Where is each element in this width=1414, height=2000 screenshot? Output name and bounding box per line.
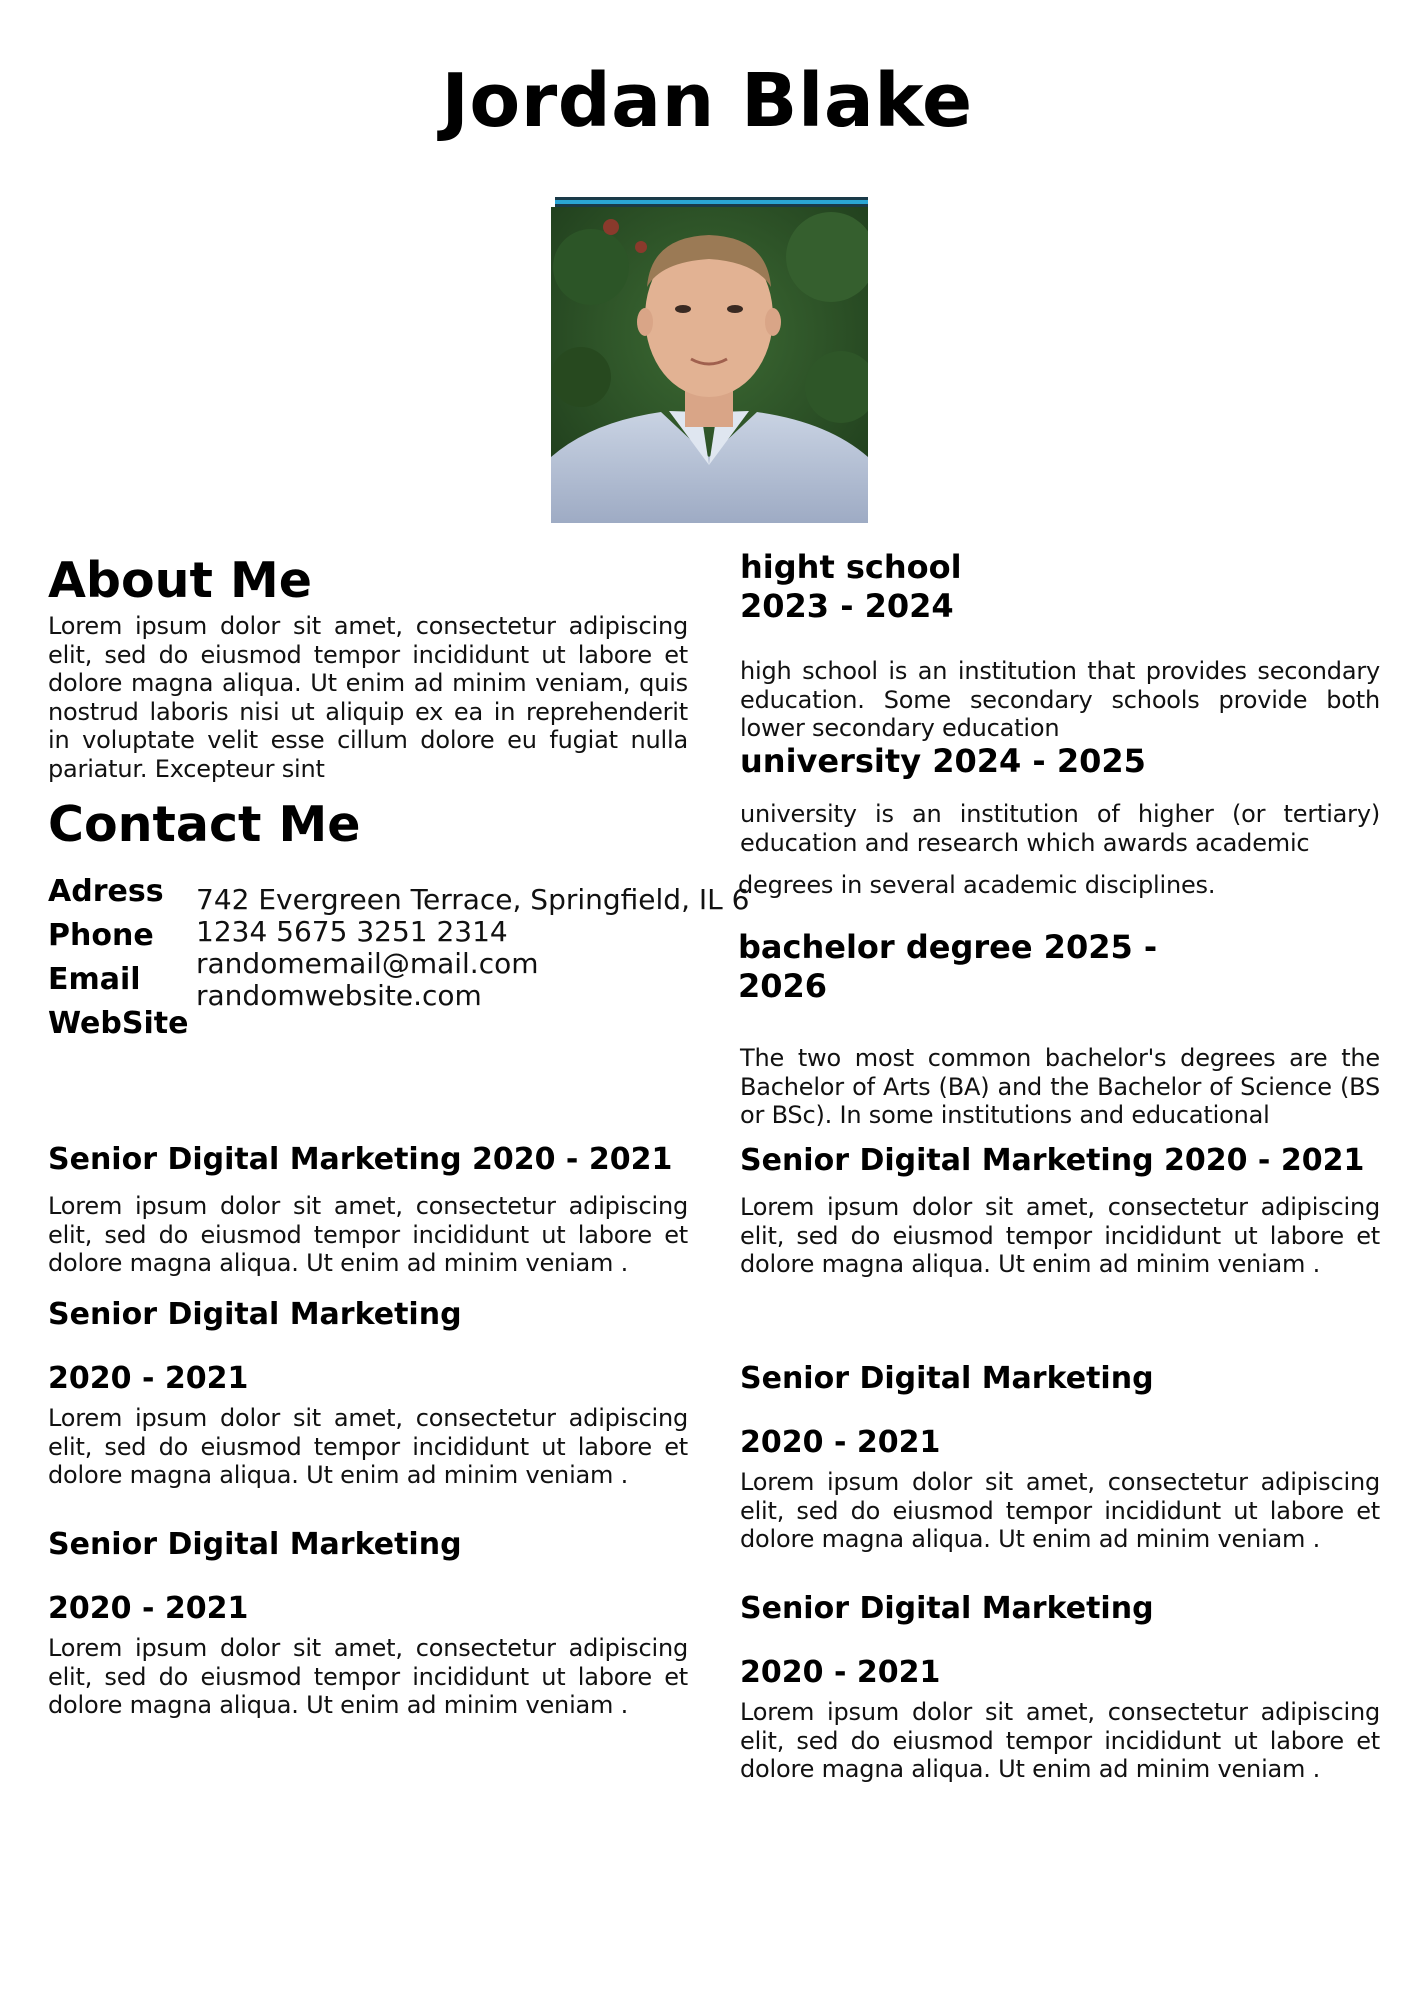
experience-title: Senior Digital Marketing [48,1297,462,1332]
email-value: randomemail@mail.com [196,947,539,980]
about-heading: About Me [48,552,313,609]
email-label: Email [48,962,141,997]
experience-title: Senior Digital Marketing [48,1527,462,1562]
experience-title: Senior Digital Marketing [740,1591,1154,1626]
experience-title: Senior Digital Marketing [740,1361,1154,1396]
experience-text: Lorem ipsum dolor sit amet, consectetur … [48,1404,688,1489]
experience-title: Senior Digital Marketing 2020 - 2021 [740,1143,1365,1178]
education-entry: bachelor degree 2025 - 2026 [738,928,1218,1006]
website-label: WebSite [48,1006,189,1041]
experience-years: 2020 - 2021 [48,1361,249,1396]
website-value: randomwebsite.com [196,979,482,1012]
about-text: Lorem ipsum dolor sit amet, consectetur … [48,612,688,783]
experience-years: 2020 - 2021 [740,1425,941,1460]
phone-label: Phone [48,918,154,953]
address-label: Adress [48,874,164,909]
education-years: 2023 - 2024 [740,587,954,626]
contact-labels: Adress Phone Email WebSite [48,870,198,1046]
experience-text: Lorem ipsum dolor sit amet, consectetur … [740,1468,1380,1553]
education-text-continued: degrees in several academic disciplines. [738,871,1216,899]
profile-photo [551,197,868,523]
address-value: 742 Evergreen Terrace, Springfield, IL 6 [196,883,750,916]
experience-years: 2020 - 2021 [740,1655,941,1690]
contact-values: 742 Evergreen Terrace, Springfield, IL 6… [196,883,750,1012]
education-title: bachelor degree 2025 - [738,928,1158,966]
education-text: high school is an institution that provi… [740,657,1380,742]
education-text: university is an institution of higher (… [740,800,1380,857]
experience-text: Lorem ipsum dolor sit amet, consectetur … [740,1698,1380,1783]
experience-text: Lorem ipsum dolor sit amet, consectetur … [740,1193,1380,1278]
resume-name: Jordan Blake [441,58,973,144]
education-entry: hight school 2023 - 2024 [740,548,1380,626]
education-years: 2026 [738,967,828,1006]
education-title: hight school [740,548,962,586]
education-text: The two most common bachelor's degrees a… [740,1044,1380,1129]
phone-value: 1234 5675 3251 2314 [196,915,508,948]
portrait-image [551,207,868,523]
contact-heading: Contact Me [48,796,361,853]
education-title: university 2024 - 2025 [740,742,1146,780]
experience-text: Lorem ipsum dolor sit amet, consectetur … [48,1192,688,1277]
experience-title: Senior Digital Marketing 2020 - 2021 [48,1142,673,1177]
experience-text: Lorem ipsum dolor sit amet, consectetur … [48,1634,688,1719]
experience-years: 2020 - 2021 [48,1591,249,1626]
